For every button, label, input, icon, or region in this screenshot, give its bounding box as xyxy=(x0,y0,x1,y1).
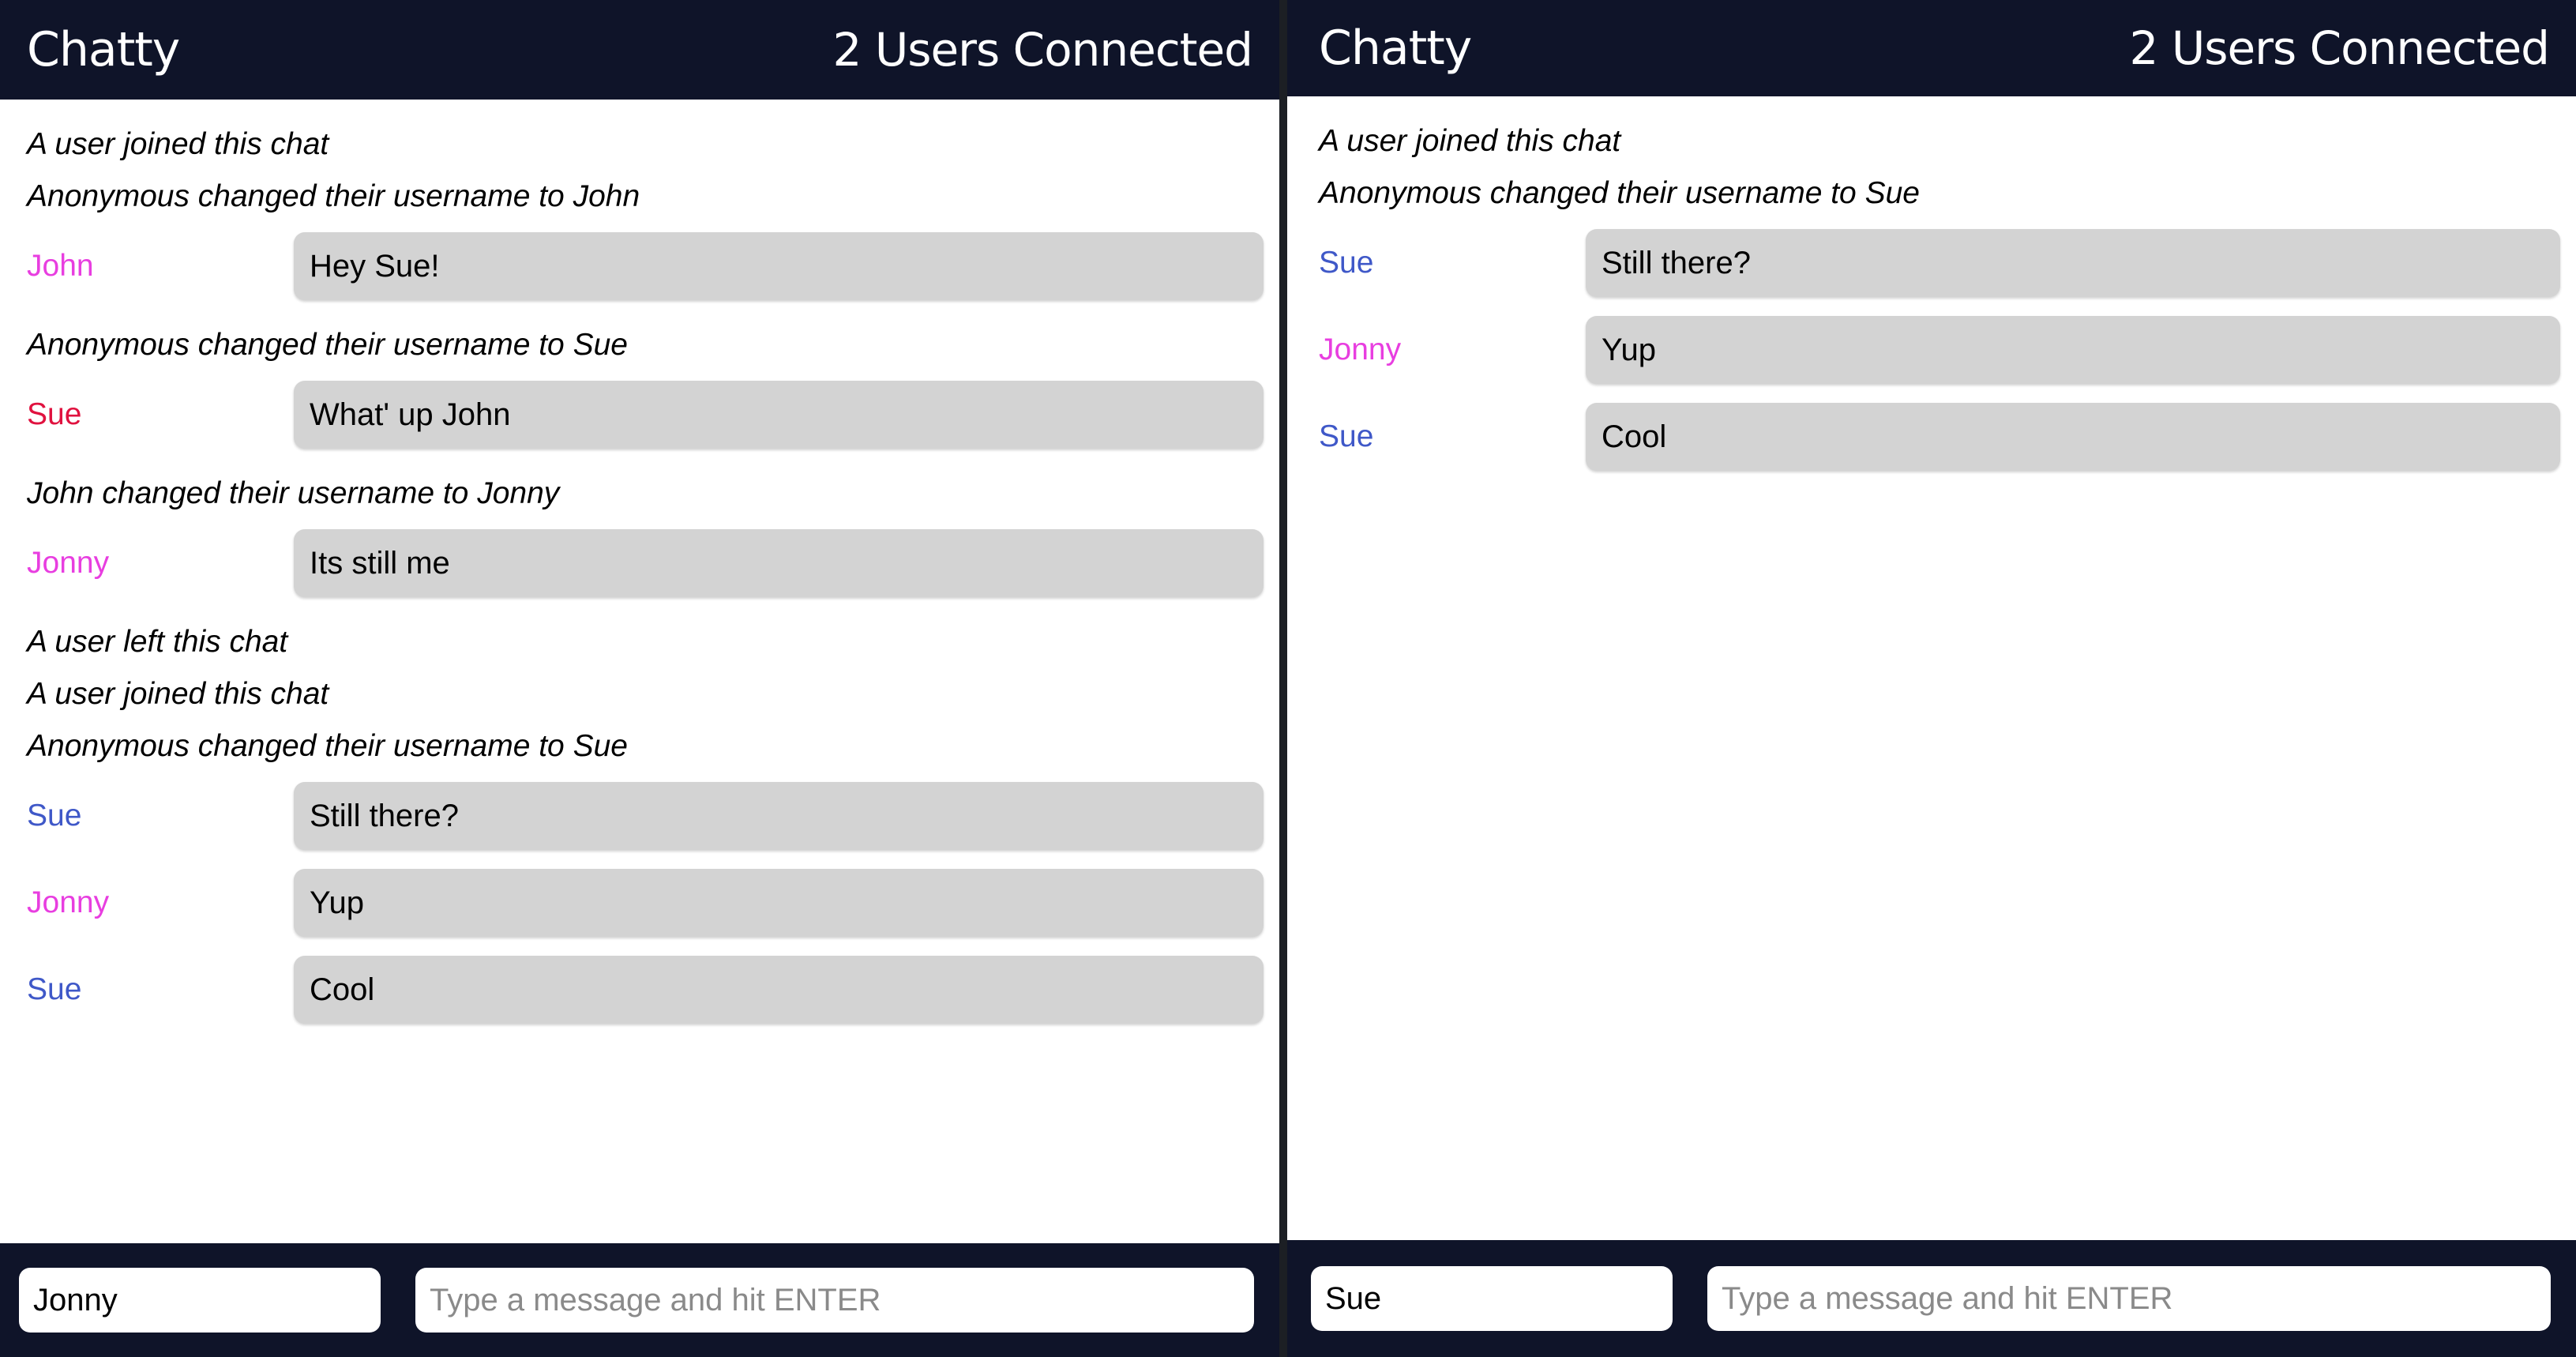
system-notification: Anonymous changed their username to Sue xyxy=(1319,176,1920,210)
system-notification: A user joined this chat xyxy=(27,127,329,161)
message-bubble: Its still me xyxy=(294,529,1264,597)
brand-title: Chatty xyxy=(1319,21,1472,76)
message-username: Sue xyxy=(1319,419,1374,453)
message-username: Sue xyxy=(1319,246,1374,280)
message-list: A user joined this chat Anonymous changed… xyxy=(1287,96,2576,1243)
message-username: Jonny xyxy=(27,546,110,580)
message-username: Jonny xyxy=(1319,333,1402,367)
message-bubble: Cool xyxy=(1586,403,2560,471)
message-bubble: Yup xyxy=(1586,316,2560,384)
chat-message: Sue Cool xyxy=(1319,403,2560,471)
window-divider xyxy=(1279,0,1287,1357)
chat-window-right: Chatty 2 Users Connected A user joined t… xyxy=(1287,0,2576,1357)
system-notification: A user left this chat xyxy=(27,625,288,659)
system-notification: Anonymous changed their username to Sue xyxy=(27,328,628,362)
username-input[interactable] xyxy=(19,1268,381,1333)
username-input[interactable] xyxy=(1311,1266,1673,1331)
chat-message: Jonny Yup xyxy=(1319,316,2560,384)
navbar: Chatty 2 Users Connected xyxy=(0,0,1279,100)
system-notification: John changed their username to Jonny xyxy=(27,476,560,510)
chat-window-left: Chatty 2 Users Connected A user joined t… xyxy=(0,0,1279,1357)
chat-message: Jonny Its still me xyxy=(27,529,1264,597)
chat-message: Jonny Yup xyxy=(27,869,1264,937)
message-username: Jonny xyxy=(27,885,110,919)
message-bubble: Hey Sue! xyxy=(294,232,1264,300)
chat-footer xyxy=(1287,1240,2576,1357)
message-bubble: What' up John xyxy=(294,381,1264,449)
chat-message: Sue Cool xyxy=(27,956,1264,1024)
screen: Chatty 2 Users Connected A user joined t… xyxy=(0,0,2576,1357)
message-username: Sue xyxy=(27,972,82,1006)
message-input[interactable] xyxy=(1707,1266,2551,1331)
user-count: 2 Users Connected xyxy=(832,23,1253,77)
message-list: A user joined this chat Anonymous changed… xyxy=(0,100,1279,1243)
system-notification: Anonymous changed their username to Sue xyxy=(27,729,628,763)
message-input[interactable] xyxy=(415,1268,1254,1333)
message-bubble: Cool xyxy=(294,956,1264,1024)
chat-message: Sue What' up John xyxy=(27,381,1264,449)
message-username: Sue xyxy=(27,397,82,431)
system-notification: Anonymous changed their username to John xyxy=(27,179,640,213)
message-bubble: Still there? xyxy=(294,782,1264,850)
system-notification: A user joined this chat xyxy=(27,677,329,711)
message-bubble: Yup xyxy=(294,869,1264,937)
message-username: John xyxy=(27,249,94,283)
message-username: Sue xyxy=(27,799,82,833)
chat-message: Sue Still there? xyxy=(1319,229,2560,297)
brand-title: Chatty xyxy=(27,22,180,77)
chat-message: Sue Still there? xyxy=(27,782,1264,850)
system-notification: A user joined this chat xyxy=(1319,124,1621,158)
user-count: 2 Users Connected xyxy=(2129,21,2550,75)
chat-footer xyxy=(0,1243,1279,1357)
navbar: Chatty 2 Users Connected xyxy=(1287,0,2576,96)
chat-message: John Hey Sue! xyxy=(27,232,1264,300)
message-bubble: Still there? xyxy=(1586,229,2560,297)
